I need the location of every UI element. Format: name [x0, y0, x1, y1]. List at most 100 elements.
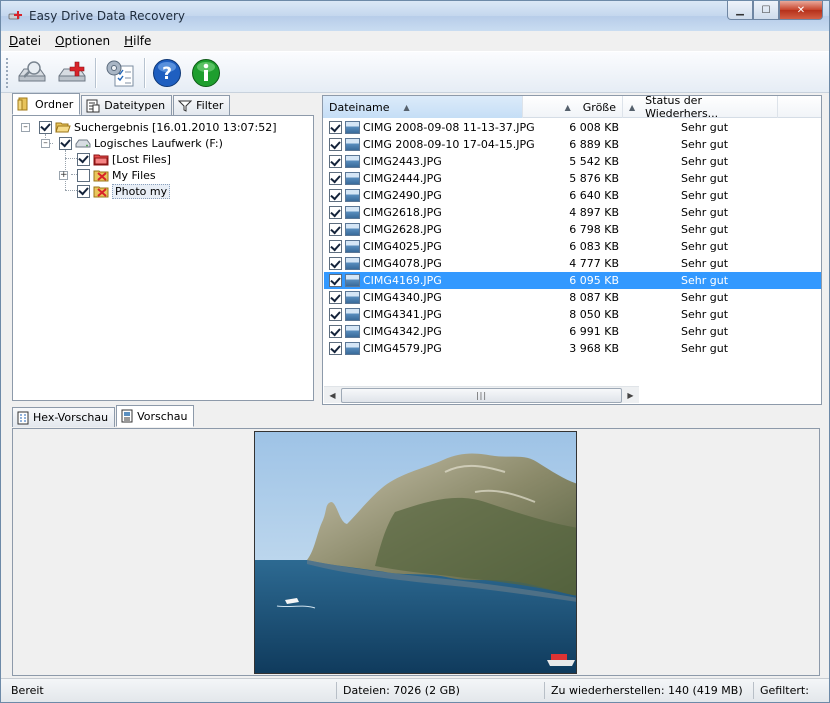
title-bar[interactable]: Easy Drive Data Recovery ▁ ☐ ✕ [1, 1, 829, 31]
file-row[interactable]: CIMG 2008-09-10 17-04-15.JPG 6 889 KB Sehr… [324, 136, 821, 153]
menu-hilfe[interactable]: Hilfe [124, 34, 151, 48]
lost-folder-icon [93, 154, 109, 166]
file-size: 4 777 KB [569, 257, 619, 270]
file-row[interactable]: CIMG2618.JPG 4 897 KB Sehr gut [324, 204, 821, 221]
coastline-photo [255, 432, 576, 673]
info-icon [192, 59, 220, 87]
file-row[interactable]: CIMG2490.JPG 6 640 KB Sehr gut [324, 187, 821, 204]
image-file-icon [345, 240, 360, 253]
add-drive-button[interactable] [55, 57, 89, 89]
scrollbar-thumb[interactable]: ||| [341, 388, 622, 403]
tree-node-search-result[interactable]: – Suchergebnis [16.01.2010 13:07:52] [21, 119, 277, 135]
hex-view-icon [17, 411, 29, 424]
file-checkbox[interactable] [329, 325, 342, 338]
file-row[interactable]: CIMG4579.JPG 3 968 KB Sehr gut [324, 340, 821, 357]
status-file-count: Dateien: 7026 (2 GB) [343, 684, 460, 697]
collapse-toggle[interactable]: – [41, 138, 50, 148]
minimize-button[interactable]: ▁ [727, 1, 753, 20]
file-row[interactable]: CIMG4025.JPG 6 083 KB Sehr gut [324, 238, 821, 255]
file-checkbox[interactable] [329, 291, 342, 304]
close-button[interactable]: ✕ [779, 1, 823, 20]
file-list[interactable]: Dateiname ▲ ▲ Größe ▲ Status der Wiederh… [322, 94, 822, 405]
tab-dateitypen[interactable]: Dateitypen [81, 95, 173, 115]
file-row[interactable]: CIMG2444.JPG 5 876 KB Sehr gut [324, 170, 821, 187]
help-icon: ? [153, 59, 181, 87]
file-checkbox[interactable] [329, 121, 342, 134]
tab-hex-vorschau[interactable]: Hex-Vorschau [12, 407, 116, 427]
file-checkbox[interactable] [329, 138, 342, 151]
tree-checkbox[interactable] [77, 184, 90, 198]
file-row[interactable]: CIMG 2008-09-08 11-13-37.JPG 6 008 KB Sehr… [324, 119, 821, 136]
file-checkbox[interactable] [329, 342, 342, 355]
file-size: 5 876 KB [569, 172, 619, 185]
scroll-right-icon[interactable]: ▶ [622, 387, 639, 404]
file-checkbox[interactable] [329, 240, 342, 253]
tab-ordner[interactable]: Ordner [12, 93, 81, 115]
file-row[interactable]: CIMG2443.JPG 5 542 KB Sehr gut [324, 153, 821, 170]
file-size: 6 640 KB [569, 189, 619, 202]
file-row[interactable]: CIMG2628.JPG 6 798 KB Sehr gut [324, 221, 821, 238]
file-status: Sehr gut [681, 155, 729, 168]
file-row[interactable]: CIMG4342.JPG 6 991 KB Sehr gut [324, 323, 821, 340]
app-window: Easy Drive Data Recovery ▁ ☐ ✕ Datei Opt… [0, 0, 830, 703]
file-checkbox[interactable] [329, 206, 342, 219]
menu-datei[interactable]: Datei [9, 34, 41, 48]
folder-tree[interactable]: – Suchergebnis [16.01.2010 13:07:52] – L… [12, 115, 314, 401]
tab-vorschau[interactable]: Vorschau [116, 405, 195, 427]
collapse-toggle[interactable]: – [21, 122, 30, 132]
filter-icon [178, 100, 193, 112]
column-groesse[interactable]: ▲ Größe [523, 96, 623, 118]
help-button[interactable]: ? [150, 57, 184, 89]
file-checkbox[interactable] [329, 257, 342, 270]
column-spacer [778, 96, 821, 118]
column-dateiname[interactable]: Dateiname ▲ [323, 96, 523, 118]
file-name: CIMG4078.JPG [363, 257, 442, 270]
tree-checkbox[interactable] [77, 152, 90, 166]
toolbar-grip[interactable] [6, 58, 10, 88]
tab-hex-vorschau-label: Hex-Vorschau [33, 411, 109, 424]
file-status: Sehr gut [681, 240, 729, 253]
horizontal-scrollbar[interactable]: ◀ ||| ▶ [324, 386, 639, 403]
file-checkbox[interactable] [329, 223, 342, 236]
status-separator [336, 682, 337, 699]
file-row[interactable]: CIMG4078.JPG 4 777 KB Sehr gut [324, 255, 821, 272]
file-checkbox[interactable] [329, 155, 342, 168]
tab-vorschau-label: Vorschau [137, 409, 188, 423]
window-controls: ▁ ☐ ✕ [727, 1, 823, 21]
column-status[interactable]: ▲ Status der Wiederhers... [623, 94, 778, 120]
image-file-icon [345, 325, 360, 338]
svg-text:?: ? [162, 64, 172, 84]
deleted-folder-icon [93, 186, 109, 198]
maximize-button[interactable]: ☐ [753, 1, 779, 20]
expand-toggle[interactable]: + [59, 170, 68, 180]
tree-node-photo-my[interactable]: Photo my [77, 183, 171, 199]
status-filtered: Gefiltert: [760, 684, 809, 697]
settings-checklist-icon [106, 60, 134, 87]
tree-node-lost-files[interactable]: [Lost Files] [77, 151, 171, 167]
tree-checkbox[interactable] [77, 168, 90, 182]
tree-node-my-files[interactable]: + My Files [59, 167, 156, 183]
scroll-left-icon[interactable]: ◀ [324, 387, 341, 404]
drive-icon [75, 139, 91, 148]
scan-drive-button[interactable] [15, 57, 49, 89]
info-button[interactable] [189, 57, 223, 89]
file-checkbox[interactable] [329, 172, 342, 185]
file-row[interactable]: CIMG4340.JPG 8 087 KB Sehr gut [324, 289, 821, 306]
file-status: Sehr gut [681, 172, 729, 185]
menu-optionen[interactable]: Optionen [55, 34, 110, 48]
file-status: Sehr gut [681, 121, 729, 134]
tree-checkbox[interactable] [59, 136, 72, 150]
file-size: 6 008 KB [569, 121, 619, 134]
file-checkbox[interactable] [329, 189, 342, 202]
tree-checkbox[interactable] [39, 120, 52, 134]
file-checkbox[interactable] [329, 274, 342, 287]
tree-node-drive[interactable]: – Logisches Laufwerk (F:) [41, 135, 223, 151]
tab-filter[interactable]: Filter [173, 95, 231, 115]
tab-filter-label: Filter [196, 99, 224, 112]
settings-button[interactable] [103, 57, 137, 89]
sort-asc-icon: ▲ [403, 102, 410, 112]
file-row[interactable]: CIMG4169.JPG 6 095 KB Sehr gut [324, 272, 821, 289]
file-row[interactable]: CIMG4341.JPG 8 050 KB Sehr gut [324, 306, 821, 323]
image-file-icon [345, 223, 360, 236]
file-checkbox[interactable] [329, 308, 342, 321]
